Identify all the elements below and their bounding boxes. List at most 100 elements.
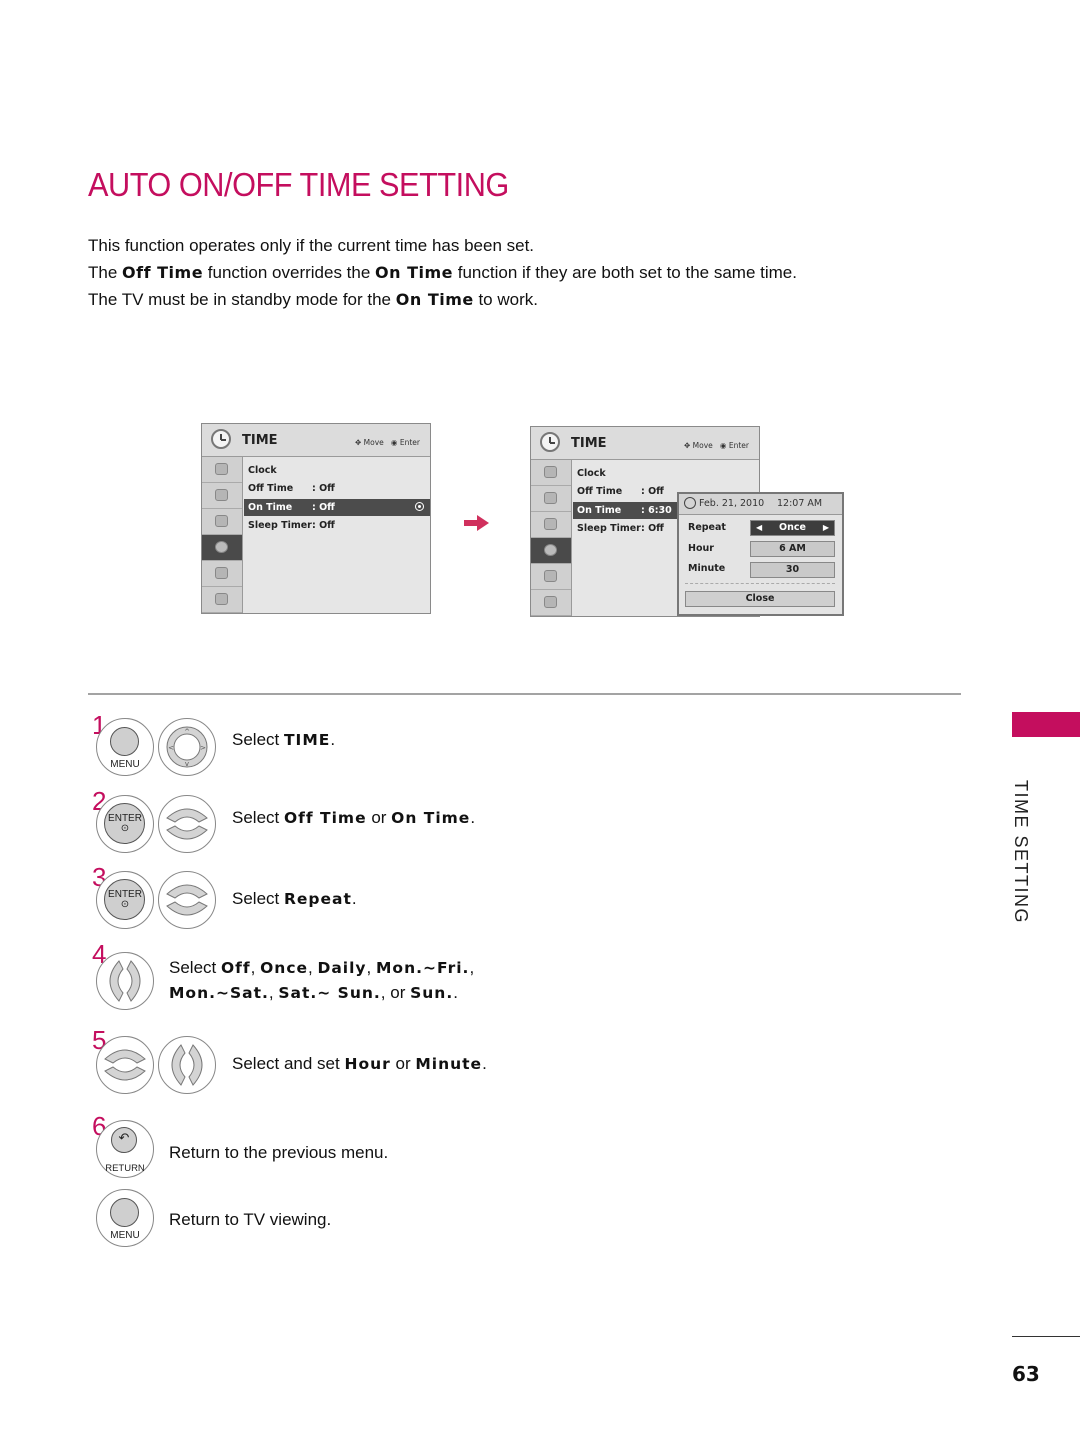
step-3-text: Select Repeat. [232, 889, 357, 909]
step-text-bold: Repeat [283, 890, 352, 908]
step-7-text: Return to TV viewing. [169, 1210, 332, 1229]
menu-item-clock[interactable]: Clock [573, 465, 683, 482]
menu-item-sleep-timer[interactable]: Sleep Timer : Off [573, 520, 683, 537]
minute-field[interactable]: 30 [750, 562, 835, 578]
intro-text: function overrides the [203, 263, 376, 282]
return-button-label: RETURN [105, 1163, 145, 1174]
step-text-bold: Off Time [283, 809, 367, 827]
enter-dot-icon: ⊙ [120, 823, 130, 834]
section-tab-marker [1012, 712, 1080, 737]
clock-icon [684, 497, 696, 509]
time-menu-before: TIME ✥ Move ◉ Enter Clock Off Time : Off… [201, 423, 431, 614]
item-value: : Off [312, 483, 335, 494]
menu-button[interactable]: MENU [96, 718, 154, 776]
nav-pad-button[interactable]: ^ v < > [158, 718, 216, 776]
step-text-part: . [453, 983, 458, 1002]
left-right-button[interactable] [158, 1036, 216, 1094]
page-title: AUTO ON/OFF TIME SETTING [88, 166, 509, 203]
menu-header: TIME ✥ Move ◉ Enter [531, 427, 759, 460]
repeat-selector[interactable]: ◀ Once ▶ [750, 520, 835, 536]
sidebar-time-icon[interactable] [531, 538, 571, 564]
step-text-bold: Daily [317, 959, 367, 977]
step-text-part: , or [380, 983, 411, 1002]
sidebar-option-icon[interactable] [531, 564, 571, 590]
menu-button[interactable]: MENU [96, 1189, 154, 1247]
menu-title: TIME [242, 433, 278, 448]
return-button[interactable]: ↶ RETURN [96, 1120, 154, 1178]
page-footer-line [1012, 1336, 1080, 1337]
menu-item-on-time[interactable]: On Time : 6:30 [573, 502, 679, 519]
left-arrow-icon[interactable]: ◀ [756, 521, 762, 535]
sidebar-audio-icon[interactable] [202, 509, 242, 535]
repeat-label: Repeat [688, 522, 726, 533]
step-text-part: Select [232, 889, 284, 908]
step-text-part: . [470, 808, 476, 827]
intro-text: This function operates only if the curre… [88, 236, 535, 255]
svg-text:>: > [200, 744, 206, 752]
step-text-part: , [469, 958, 475, 977]
item-value: : Off [312, 520, 335, 531]
sidebar-setup-icon[interactable] [202, 457, 242, 483]
step-text-part: , [268, 983, 279, 1002]
intro-line-3: The TV must be in standby mode for the O… [88, 290, 538, 310]
menu-item-clock[interactable]: Clock [244, 462, 430, 479]
repeat-value: Once [779, 522, 806, 533]
right-arrow-icon[interactable]: ▶ [823, 521, 829, 535]
step-text-bold: Sat.~ Sun. [278, 984, 381, 1002]
up-down-button[interactable] [158, 871, 216, 929]
menu-sidebar [202, 457, 243, 613]
enter-hint: Enter [728, 441, 749, 450]
intro-line-2: The Off Time function overrides the On T… [88, 263, 797, 283]
step-text-part: or [366, 808, 392, 827]
sidebar-lock-icon[interactable] [531, 590, 571, 616]
popup-header: Feb. 21, 2010 12:07 AM [679, 494, 842, 515]
intro-bold: On Time [375, 263, 454, 282]
return-icon: ↶ [118, 1131, 130, 1146]
step-text-bold: TIME [283, 731, 331, 749]
clock-icon [540, 432, 560, 452]
up-down-button[interactable] [158, 795, 216, 853]
step-text-part: . [351, 889, 357, 908]
left-right-icon [109, 960, 141, 1002]
step-4-text-line-1: Select Off, Once, Daily, Mon.~Fri., [169, 958, 474, 978]
up-down-button[interactable] [96, 1036, 154, 1094]
step-text-bold: Minute [415, 1055, 483, 1073]
enter-button[interactable]: ENTER ⊙ [96, 795, 154, 853]
menu-button-label: MENU [110, 759, 140, 770]
hour-field[interactable]: 6 AM [750, 541, 835, 557]
sidebar-option-icon[interactable] [202, 561, 242, 587]
step-text-part: Select [232, 808, 284, 827]
section-tab-label: TIME SETTING [1011, 780, 1031, 924]
enter-icon: ◉ [719, 441, 727, 450]
on-time-popup: Feb. 21, 2010 12:07 AM Repeat ◀ Once ▶ H… [677, 492, 844, 616]
popup-date: Feb. 21, 2010 [699, 498, 765, 509]
enter-button[interactable]: ENTER ⊙ [96, 871, 154, 929]
menu-hint: ✥ Move ◉ Enter [355, 438, 420, 447]
menu-item-off-time[interactable]: Off Time : Off [244, 480, 430, 497]
menu-item-on-time[interactable]: On Time : Off [244, 499, 430, 516]
step-6-text: Return to the previous menu. [169, 1143, 389, 1162]
step-text-bold: Off [220, 959, 251, 977]
sidebar-setup-icon[interactable] [531, 460, 571, 486]
hour-label: Hour [688, 543, 714, 554]
menu-item-sleep-timer[interactable]: Sleep Timer : Off [244, 517, 430, 534]
intro-bold: On Time [395, 290, 474, 309]
arrow-right-icon [464, 515, 489, 531]
left-right-button[interactable] [96, 952, 154, 1010]
section-divider [88, 693, 961, 695]
sidebar-audio-icon[interactable] [531, 512, 571, 538]
menu-sidebar [531, 460, 572, 616]
sidebar-time-icon[interactable] [202, 535, 242, 561]
sidebar-picture-icon[interactable] [531, 486, 571, 512]
close-button[interactable]: Close [685, 591, 835, 607]
step-text-bold: Mon.~Sat. [169, 984, 269, 1002]
sidebar-picture-icon[interactable] [202, 483, 242, 509]
menu-header: TIME ✥ Move ◉ Enter [202, 424, 430, 457]
intro-bold: Off Time [122, 263, 204, 282]
sidebar-lock-icon[interactable] [202, 587, 242, 613]
step-text-bold: Sun. [410, 984, 454, 1002]
up-down-icon [166, 808, 208, 840]
menu-item-off-time[interactable]: Off Time : Off [573, 483, 683, 500]
move-hint: Move [363, 438, 384, 447]
item-label: Sleep Timer [248, 520, 312, 531]
